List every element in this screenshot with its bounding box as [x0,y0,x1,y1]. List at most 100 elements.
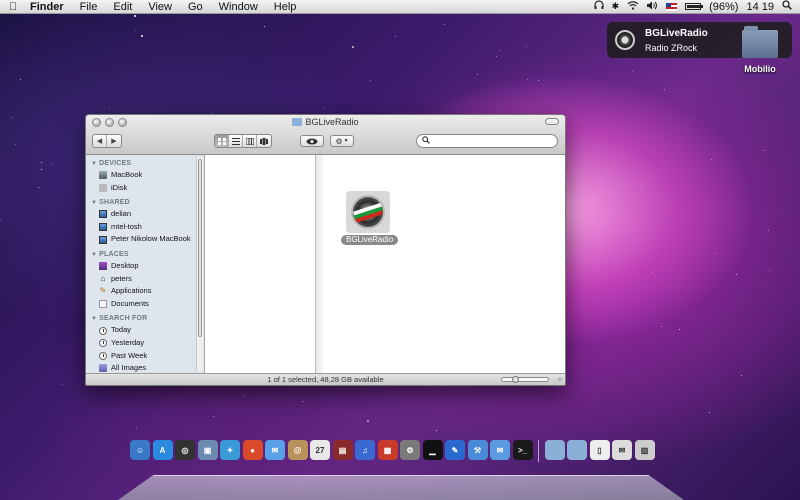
itunes-icon[interactable]: ♫ [355,440,375,460]
back-button[interactable]: ◀ [93,135,107,147]
sidebar-heading-label: SHARED [99,199,130,207]
dictionary-icon[interactable]: ✉ [490,440,510,460]
spotlight-icon[interactable] [782,0,792,13]
ichat-icon[interactable]: ✉ [265,440,285,460]
column-view-button[interactable] [243,135,257,147]
sidebar-item-today[interactable]: Today [86,324,204,337]
bluetooth-icon[interactable]: ✱ [612,1,620,12]
sidebar-scrollbar[interactable] [196,157,203,371]
coverflow-view-button[interactable] [257,135,271,147]
clock[interactable]: 14 19 [746,1,774,13]
sidebar-section-heading[interactable]: ▼ SEARCH FOR [86,313,204,324]
disclosure-triangle-icon[interactable]: ▼ [91,159,97,170]
content-scrollbar[interactable] [315,155,324,375]
menu-app-name[interactable]: Finder [26,0,72,14]
photos-icon[interactable]: ▦ [377,440,398,460]
menu-view[interactable]: View [140,0,180,14]
document-icon[interactable]: ▯ [589,440,610,460]
addressbook-icon[interactable]: @ [287,440,308,460]
search-input[interactable] [433,136,553,146]
dashboard-icon[interactable]: ◎ [175,440,195,460]
list-view-button[interactable] [229,135,243,147]
battery-percent[interactable]: (96%) [709,1,738,13]
host-icon [99,210,107,219]
sidebar-item-past-week[interactable]: Past Week [86,350,204,363]
menu-file[interactable]: File [72,0,106,14]
search-icon [422,136,430,146]
utilities-icon[interactable]: ⚒ [467,440,488,460]
sidebar-item-mtel-tosh[interactable]: mtel-tosh [86,221,204,234]
wifi-icon[interactable] [627,0,639,13]
volume-icon[interactable] [647,1,658,13]
sidebar-item-peter-nikolow-macbook[interactable]: Peter Nikolow MacBook [86,233,204,246]
slider-knob[interactable] [512,376,519,383]
star [767,230,769,232]
action-menu-button[interactable]: ⚙ ▼ [330,135,354,147]
terminal-icon[interactable]: >_ [512,440,533,460]
sidebar-item-idisk[interactable]: iDisk [86,182,204,195]
star [136,427,138,429]
menu-window[interactable]: Window [211,0,266,14]
forward-button[interactable]: ▶ [107,135,121,147]
icon-size-slider[interactable] [501,376,549,383]
photobooth-icon[interactable]: ▤ [332,440,353,460]
file-name[interactable]: BGLiveRadio [341,235,399,245]
desktop-folder[interactable]: Mobilio [732,26,788,74]
sidebar-item-label: Peter Nikolow MacBook [111,234,191,244]
folder-icon [292,118,303,126]
trash-icon[interactable]: ▥ [634,440,655,460]
title-bar[interactable]: BGLiveRadio ◀ ▶ ⚙ ▼ [86,115,565,155]
flag-icon[interactable] [666,2,678,11]
icon-view-button[interactable] [215,135,229,147]
star [140,35,143,38]
sidebar-item-all-images[interactable]: All Images [86,362,204,373]
toolbar-toggle-button[interactable] [545,118,559,125]
sidebar-item-peters[interactable]: ⌂ peters [86,273,204,286]
menu-edit[interactable]: Edit [105,0,140,14]
menu-help[interactable]: Help [266,0,305,14]
sidebar-item-delian[interactable]: delian [86,208,204,221]
finder-icon[interactable]: ☺ [130,440,150,460]
clock-icon [99,351,107,360]
quick-look-button[interactable] [300,135,324,147]
sidebar-item-desktop[interactable]: Desktop [86,260,204,273]
preview-icon[interactable]: ▣ [197,440,218,460]
sidebar-item-label: Applications [111,286,152,296]
chrome-icon[interactable]: ● [242,440,263,460]
appstore-icon[interactable]: A [152,440,173,460]
sidebar-section-heading[interactable]: ▼ SHARED [86,197,204,208]
file-icon[interactable] [346,191,390,233]
disclosure-triangle-icon[interactable]: ▼ [91,198,97,209]
folder-icon[interactable] [544,440,565,460]
activity-icon[interactable]: ▁ [422,440,443,460]
disclosure-triangle-icon[interactable]: ▼ [91,314,97,325]
sidebar-item-label: Documents [111,298,149,308]
headphones-icon[interactable] [593,0,604,13]
sidebar-item-macbook[interactable]: MacBook [86,169,204,182]
xcode-icon[interactable]: ✎ [445,440,465,460]
safari-icon[interactable]: ✦ [220,440,240,460]
resize-handle[interactable]: ≐ [557,376,563,384]
apple-icon[interactable]:  [0,1,26,13]
sidebar-item-label: peters [111,273,132,283]
star [244,395,246,397]
preferences-icon[interactable]: ⚙ [400,440,420,460]
file-item[interactable]: BGLiveRadio [341,191,399,245]
sidebar-item-applications[interactable]: ✎ Applications [86,285,204,298]
sidebar-scroll-thumb[interactable] [198,159,202,337]
search-field[interactable] [416,134,558,148]
menu-go[interactable]: Go [180,0,211,14]
battery-icon[interactable] [685,3,704,10]
mail-icon[interactable]: ✉ [612,440,632,460]
sidebar-item-documents[interactable]: Documents [86,298,204,311]
disclosure-triangle-icon[interactable]: ▼ [91,250,97,261]
sidebar-section-heading[interactable]: ▼ DEVICES [86,158,204,169]
file-area[interactable]: BGLiveRadio [205,155,565,375]
eye-icon [306,138,318,144]
sidebar-section-heading[interactable]: ▼ PLACES [86,249,204,260]
desktop-icon [99,262,107,271]
window-title-text: BGLiveRadio [305,117,359,127]
ical-icon[interactable]: 27 [310,440,330,460]
sidebar-item-yesterday[interactable]: Yesterday [86,337,204,350]
folder-icon[interactable] [567,440,587,460]
